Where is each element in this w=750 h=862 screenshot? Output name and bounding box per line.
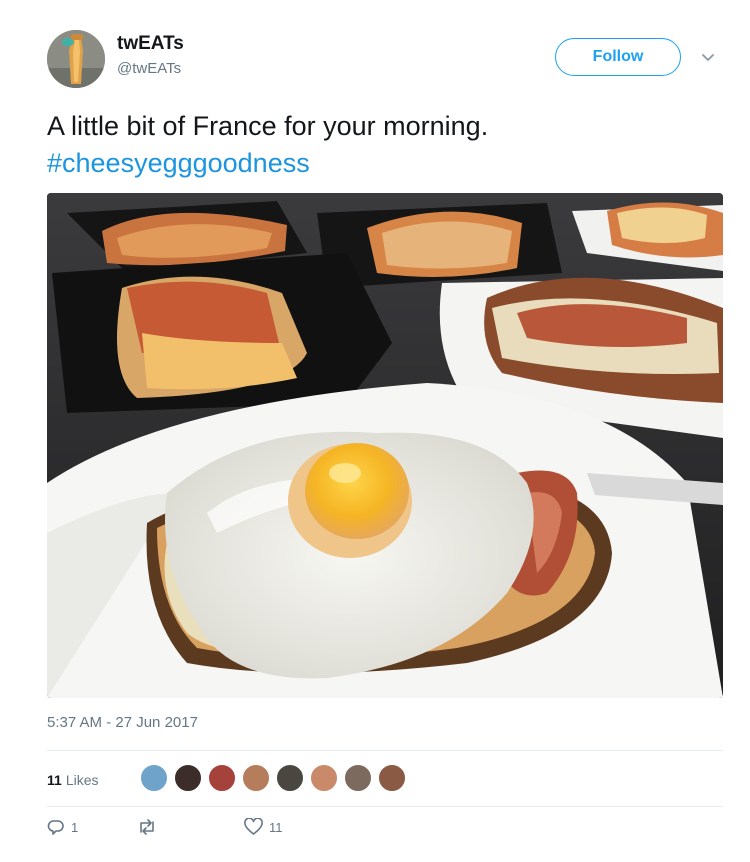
liker-avatar[interactable] (208, 764, 236, 792)
heart-icon (244, 818, 263, 835)
liker-avatar[interactable] (344, 764, 372, 792)
liker-avatar[interactable] (276, 764, 304, 792)
likes-count: 11 (47, 772, 62, 788)
liker-avatar[interactable] (242, 764, 270, 792)
like-count: 11 (269, 819, 283, 835)
likes-stat[interactable]: 11 Likes (47, 767, 99, 793)
divider (47, 750, 723, 751)
liker-avatars (140, 764, 412, 792)
display-name[interactable]: twEATs (117, 33, 184, 55)
chevron-down-icon[interactable] (700, 50, 716, 66)
like-button[interactable]: 11 (244, 818, 283, 836)
food-photo (47, 193, 723, 698)
hashtag-link[interactable]: #cheesyegggoodness (47, 145, 727, 182)
tweet-body: A little bit of France for your morning. (47, 111, 489, 141)
liker-avatar[interactable] (140, 764, 168, 792)
tweet-photo[interactable] (47, 193, 723, 698)
retweet-button[interactable] (137, 818, 163, 836)
likes-label: Likes (65, 772, 99, 788)
reply-icon (47, 820, 64, 835)
liker-avatar[interactable] (378, 764, 406, 792)
divider (47, 806, 723, 807)
username-handle[interactable]: @twEATs (117, 60, 181, 77)
avatar-image (47, 30, 105, 88)
liker-avatar[interactable] (310, 764, 338, 792)
reply-count: 1 (71, 819, 79, 835)
tweet-text: A little bit of France for your morning.… (47, 108, 727, 182)
follow-button[interactable]: Follow (555, 38, 681, 76)
reply-button[interactable]: 1 (47, 818, 78, 836)
liker-avatar[interactable] (174, 764, 202, 792)
retweet-icon (140, 819, 154, 835)
tweet-timestamp[interactable]: 5:37 AM - 27 Jun 2017 (47, 714, 198, 731)
avatar[interactable] (47, 30, 105, 88)
